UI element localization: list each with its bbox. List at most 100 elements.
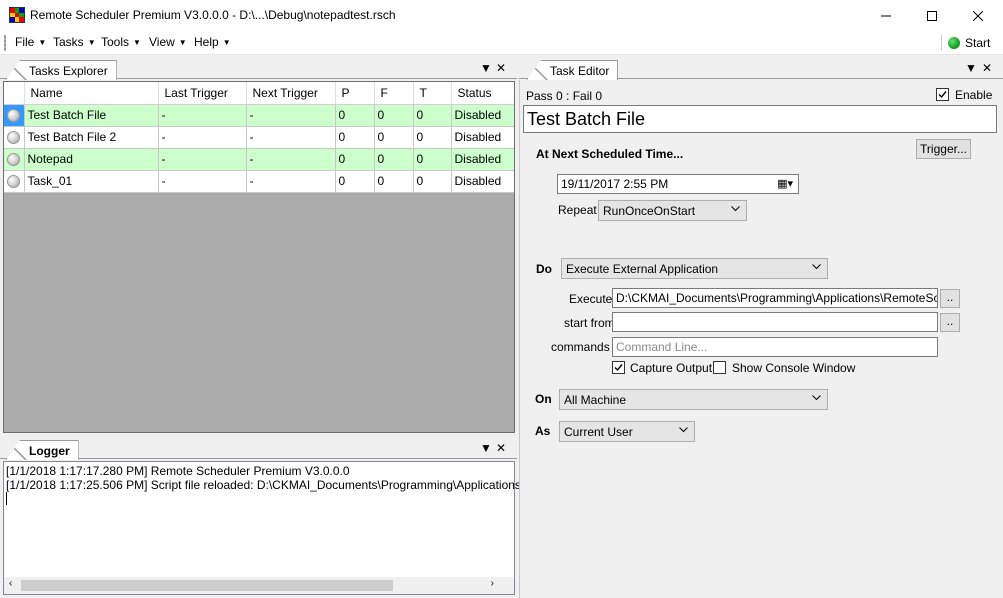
task-name-field[interactable]: Test Batch File bbox=[523, 105, 997, 133]
tasks-explorer-header: Tasks Explorer ▼ ✕ bbox=[0, 57, 517, 80]
table-row[interactable]: Task_01- -0 0 0 Disabled bbox=[4, 170, 514, 193]
scroll-right-icon[interactable]: › bbox=[491, 578, 494, 589]
menu-tools[interactable]: Tools ▼ bbox=[101, 35, 141, 51]
cell-name: Notepad bbox=[24, 148, 159, 171]
table-row[interactable]: Test Batch File 2- -0 0 0 Disabled bbox=[4, 126, 514, 149]
caret-down-icon: ▼ bbox=[178, 38, 187, 47]
execute-browse-button[interactable]: .. bbox=[940, 289, 960, 308]
as-label: As bbox=[535, 424, 551, 438]
cell-next-trigger: - bbox=[246, 170, 336, 193]
cell-last-trigger: - bbox=[158, 170, 247, 193]
commands-label: commands bbox=[551, 340, 610, 354]
trigger-button[interactable]: Trigger... bbox=[916, 139, 971, 159]
col-t[interactable]: T bbox=[413, 82, 452, 105]
log-line: [1/1/2018 1:17:17.280 PM] Remote Schedul… bbox=[6, 464, 350, 478]
task-status-ball-icon bbox=[7, 131, 21, 145]
logger-textbox[interactable]: [1/1/2018 1:17:17.280 PM] Remote Schedul… bbox=[3, 461, 550, 595]
datetime-picker[interactable]: 19/11/2017 2:55 PM ▦▾ bbox=[557, 174, 799, 194]
as-value: Current User bbox=[564, 425, 633, 439]
logger-pane: Logger ▼ ✕ bbox=[0, 437, 517, 461]
enable-checkbox[interactable] bbox=[936, 88, 949, 101]
toolbar-separator bbox=[941, 35, 942, 51]
show-console-checkbox[interactable] bbox=[713, 361, 726, 374]
commands-field[interactable]: Command Line... bbox=[612, 337, 938, 357]
menu-tasks[interactable]: Tasks ▼ bbox=[53, 35, 96, 51]
tasks-grid: Name Last Trigger Next Trigger P F T Sta… bbox=[3, 81, 515, 433]
col-next-trigger[interactable]: Next Trigger bbox=[246, 82, 336, 105]
start-from-label: start from bbox=[564, 316, 615, 330]
task-status-ball-icon bbox=[7, 153, 21, 167]
menu-file[interactable]: File ▼ bbox=[15, 35, 46, 51]
pane-menu-icon[interactable]: ▼ bbox=[480, 61, 492, 75]
pane-close-icon[interactable]: ✕ bbox=[496, 61, 506, 75]
cell-status: Disabled bbox=[451, 170, 514, 193]
cell-t: 0 bbox=[413, 104, 452, 127]
tab-logger[interactable]: Logger bbox=[6, 440, 79, 460]
repeat-dropdown[interactable]: RunOnceOnStart bbox=[598, 200, 747, 221]
pass-fail-text: Pass 0 : Fail 0 bbox=[526, 89, 603, 103]
on-dropdown[interactable]: All Machine bbox=[559, 389, 828, 410]
start-button[interactable]: Start bbox=[948, 34, 990, 52]
repeat-label: Repeat bbox=[558, 203, 597, 217]
close-icon bbox=[973, 10, 983, 21]
start-label: Start bbox=[965, 36, 991, 50]
task-editor-header: Task Editor ▼ ✕ bbox=[519, 57, 1003, 80]
cell-f: 0 bbox=[374, 148, 414, 171]
app-grid-icon bbox=[9, 7, 25, 23]
start-status-icon bbox=[948, 37, 960, 49]
logger-header: Logger ▼ ✕ bbox=[0, 437, 517, 460]
pane-close-icon[interactable]: ✕ bbox=[496, 441, 506, 455]
toolbar-grip bbox=[4, 35, 6, 51]
col-last-trigger[interactable]: Last Trigger bbox=[158, 82, 247, 105]
cell-next-trigger: - bbox=[246, 126, 336, 149]
show-console-label: Show Console Window bbox=[732, 361, 856, 375]
cell-p: 0 bbox=[335, 170, 375, 193]
horizontal-scrollbar[interactable]: ‹ › bbox=[4, 577, 514, 594]
scrollbar-thumb[interactable] bbox=[21, 580, 393, 591]
calendar-icon[interactable]: ▦▾ bbox=[777, 177, 793, 190]
schedule-heading: At Next Scheduled Time... bbox=[536, 147, 684, 161]
close-button[interactable] bbox=[955, 0, 1001, 31]
row-indicator bbox=[4, 126, 25, 149]
tab-tasks-explorer[interactable]: Tasks Explorer bbox=[6, 60, 117, 80]
col-p[interactable]: P bbox=[335, 82, 375, 105]
minimize-button[interactable] bbox=[863, 0, 909, 31]
tab-task-editor[interactable]: Task Editor bbox=[527, 60, 619, 80]
table-row[interactable]: Notepad - -0 0 0 Disabled bbox=[4, 148, 514, 171]
capture-output-checkbox[interactable] bbox=[612, 361, 625, 374]
execute-label: Execute bbox=[569, 292, 613, 306]
pane-menu-icon[interactable]: ▼ bbox=[480, 441, 492, 455]
execute-field[interactable]: D:\CKMAI_Documents\Programming\Applicati… bbox=[612, 288, 938, 308]
cell-t: 0 bbox=[413, 126, 452, 149]
on-value: All Machine bbox=[564, 393, 627, 407]
menu-view[interactable]: View ▼ bbox=[149, 35, 187, 51]
capture-output-label: Capture Output bbox=[630, 361, 713, 375]
caret-down-icon: ▼ bbox=[38, 38, 47, 47]
cell-status: Disabled bbox=[451, 104, 514, 127]
cell-f: 0 bbox=[374, 126, 414, 149]
caret-down-icon: ▼ bbox=[87, 38, 96, 47]
as-dropdown[interactable]: Current User bbox=[559, 421, 695, 442]
table-row[interactable]: Test Batch File - -0 0 0 Disabled bbox=[4, 104, 514, 127]
menu-help[interactable]: Help ▼ bbox=[194, 35, 231, 51]
table-header-row: Name Last Trigger Next Trigger P F T Sta… bbox=[4, 82, 514, 105]
cell-next-trigger: - bbox=[246, 148, 336, 171]
start-from-field[interactable] bbox=[612, 312, 938, 332]
maximize-icon bbox=[927, 10, 937, 21]
maximize-button[interactable] bbox=[909, 0, 955, 31]
pane-menu-icon[interactable]: ▼ bbox=[965, 61, 977, 75]
datetime-value: 19/11/2017 2:55 PM bbox=[561, 177, 669, 191]
pane-close-icon[interactable]: ✕ bbox=[982, 61, 992, 75]
caret-down-icon: ▼ bbox=[133, 38, 141, 47]
cell-next-trigger: - bbox=[246, 104, 336, 127]
do-label: Do bbox=[536, 262, 552, 276]
scroll-left-icon[interactable]: ‹ bbox=[9, 578, 12, 589]
col-status[interactable]: Status bbox=[451, 82, 514, 105]
cell-last-trigger: - bbox=[158, 148, 247, 171]
col-f[interactable]: F bbox=[374, 82, 414, 105]
do-dropdown[interactable]: Execute External Application bbox=[561, 258, 828, 279]
start-from-browse-button[interactable]: .. bbox=[940, 313, 960, 332]
col-name[interactable]: Name bbox=[24, 82, 159, 105]
task-status-ball-icon bbox=[7, 109, 21, 123]
on-label: On bbox=[535, 392, 552, 406]
